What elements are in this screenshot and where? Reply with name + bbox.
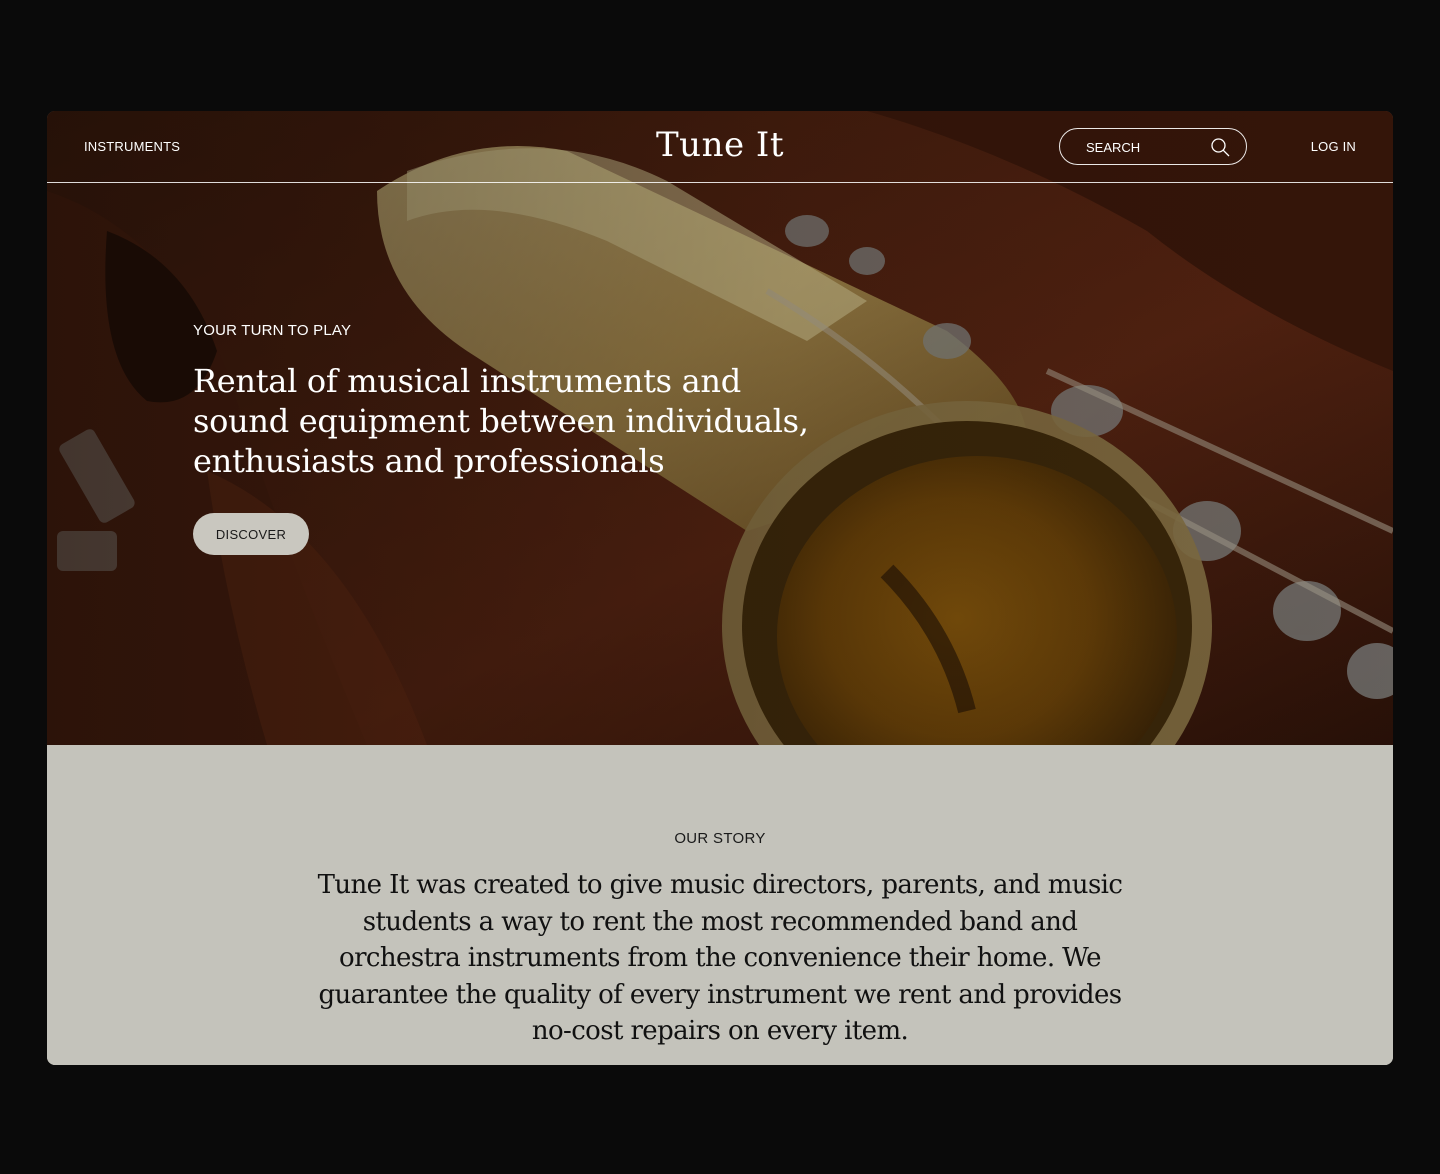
search-box[interactable] <box>1059 128 1247 165</box>
story-text: Tune It was created to give music direct… <box>317 870 1123 1046</box>
hero-eyebrow: YOUR TURN TO PLAY <box>193 322 352 339</box>
browser-window: INSTRUMENTS Tune It LOG IN YOUR TURN TO … <box>47 111 1393 1065</box>
our-story-section: OUR STORY Tune It was created to give mu… <box>47 745 1393 1065</box>
story-label: OUR STORY <box>674 830 766 847</box>
search-icon[interactable] <box>1210 137 1230 157</box>
login-link[interactable]: LOG IN <box>1311 139 1356 154</box>
search-input[interactable] <box>1086 138 1206 156</box>
hero-section: INSTRUMENTS Tune It LOG IN YOUR TURN TO … <box>47 111 1393 745</box>
discover-button[interactable]: DISCOVER <box>193 513 309 555</box>
nav-instruments-link[interactable]: INSTRUMENTS <box>84 139 180 154</box>
hero-headline: Rental of musical instruments and sound … <box>193 362 809 480</box>
top-navigation: INSTRUMENTS Tune It LOG IN <box>47 111 1393 183</box>
